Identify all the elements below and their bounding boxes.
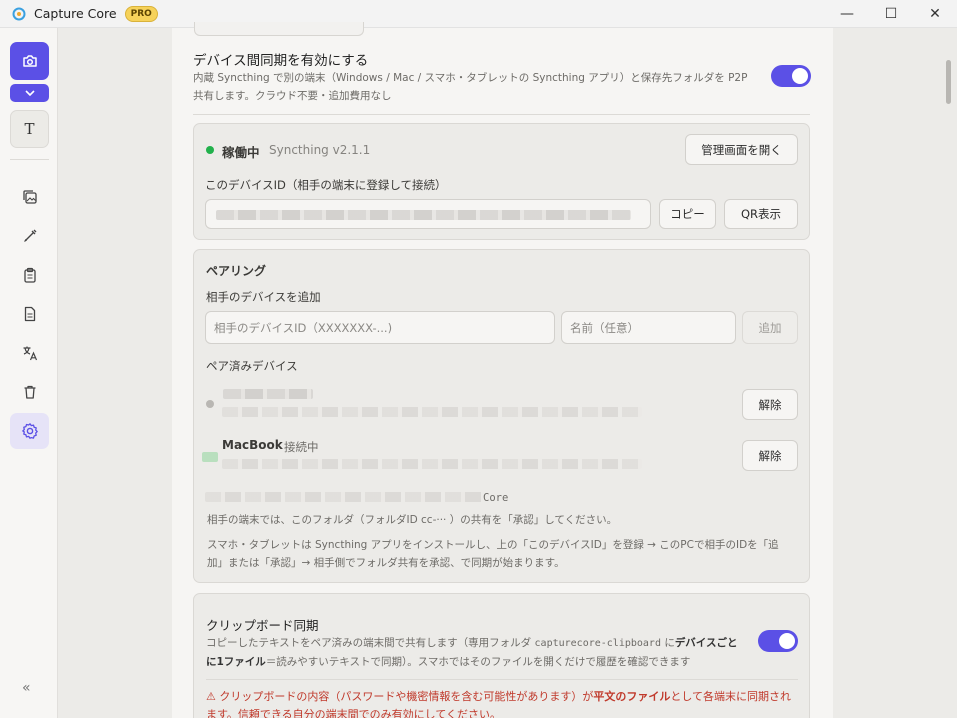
clipboard-icon [23,267,36,283]
device-name: MacBook [222,438,283,452]
maximize-button[interactable]: ☐ [869,0,913,28]
pro-badge: PRO [124,5,158,22]
shared-folder-path-redacted [205,492,483,502]
previous-section-button[interactable] [194,22,364,36]
close-button[interactable]: ✕ [913,0,957,28]
clipboard-divider [206,679,798,680]
paired-devices-label: ペア済みデバイス [206,359,298,373]
scrollbar-thumb[interactable] [946,60,951,104]
approve-folder-note: 相手の端末では、このフォルダ（フォルダID cc-··· ）の共有を「承認」して… [207,514,618,526]
status-label: 稼働中 [222,145,260,160]
shared-folder-suffix: Core [483,492,509,504]
sidebar-item-edit[interactable] [10,218,49,254]
sync-title: デバイス間同期を有効にする [193,53,369,69]
camera-icon [22,55,37,67]
clipboard-sync-toggle[interactable] [758,630,798,652]
sidebar-item-settings[interactable] [10,413,49,449]
device-status: 接続中 [284,440,319,454]
brush-icon [23,229,36,242]
device-id-field[interactable] [205,199,651,229]
warning-text-bold: 平文のファイル [593,690,671,703]
sidebar-item-translate[interactable] [10,335,49,371]
add-device-label: 相手のデバイスを追加 [206,290,321,304]
sidebar: T « [0,28,58,718]
sidebar-divider [10,159,49,160]
document-icon [24,306,35,322]
app-title: Capture Core [34,6,117,21]
pairing-title: ペアリング [206,264,267,278]
translate-icon [23,346,37,361]
device-id-label: このデバイスID（相手の端末に登録して接続） [205,178,447,192]
device-connected-marker [202,452,218,462]
section-divider [193,114,810,115]
app-logo-icon [12,7,26,20]
device-name-input[interactable]: 名前（任意） [561,311,736,344]
title-bar: Capture Core PRO — ☐ ✕ [0,0,957,28]
device-status-dot [206,400,214,408]
sync-toggle[interactable] [771,65,811,87]
unpair-button[interactable]: 解除 [742,389,798,420]
clipboard-desc-part: コピーしたテキストをペア済みの端末間で共有します（専用フォルダ [206,637,532,649]
gallery-icon [22,190,37,204]
text-tool-button[interactable]: T [10,110,49,148]
open-admin-button[interactable]: 管理画面を開く [685,134,798,165]
unpair-button[interactable]: 解除 [742,440,798,471]
device-id-input[interactable]: 相手のデバイスID（XXXXXXX-...) [205,311,555,344]
mobile-setup-note: スマホ・タブレットは Syncthing アプリをインストールし、上の「このデバ… [207,539,779,569]
clipboard-folder-name: capturecore-clipboard [534,638,661,649]
window-controls: — ☐ ✕ [825,0,957,28]
clipboard-sync-description: コピーしたテキストをペア済みの端末間で共有します（専用フォルダ capturec… [206,634,746,671]
warning-text-part: ⚠ クリップボードの内容（パスワードや機密情報を含む可能性があります）が [206,690,594,703]
clipboard-desc-part: ＝読みやすいテキストで同期）。スマホではそのファイルを開くだけで履歴を確認できま… [265,656,691,668]
gear-icon [21,423,38,439]
minimize-button[interactable]: — [825,0,869,28]
add-device-button[interactable]: 追加 [742,311,798,344]
device-id-redacted [222,407,642,417]
copy-button[interactable]: コピー [659,199,716,229]
clipboard-desc-part: に [664,637,675,649]
device-name-redacted [223,389,313,399]
sidebar-item-gallery[interactable] [10,179,49,215]
trash-icon [24,385,35,399]
sync-description: 内蔵 Syncthing で別の端末（Windows / Mac / スマホ・タ… [193,72,748,102]
sidebar-item-documents[interactable] [10,296,49,332]
clipboard-warning: ⚠ クリップボードの内容（パスワードや機密情報を含む可能性があります）が平文のフ… [206,688,798,718]
syncthing-version: Syncthing v2.1.1 [269,143,371,157]
device-id-value-redacted [216,210,631,220]
qr-button[interactable]: QR表示 [724,199,798,229]
chevron-down-icon [24,90,35,96]
capture-button[interactable] [10,42,49,80]
sidebar-item-trash[interactable] [10,374,49,410]
clipboard-sync-title: クリップボード同期 [206,618,319,633]
status-indicator-dot [206,146,214,154]
sidebar-collapse-button[interactable]: « [22,680,31,696]
capture-mode-dropdown[interactable] [10,84,49,102]
sidebar-item-clipboard[interactable] [10,257,49,293]
device-id-redacted [222,459,642,469]
